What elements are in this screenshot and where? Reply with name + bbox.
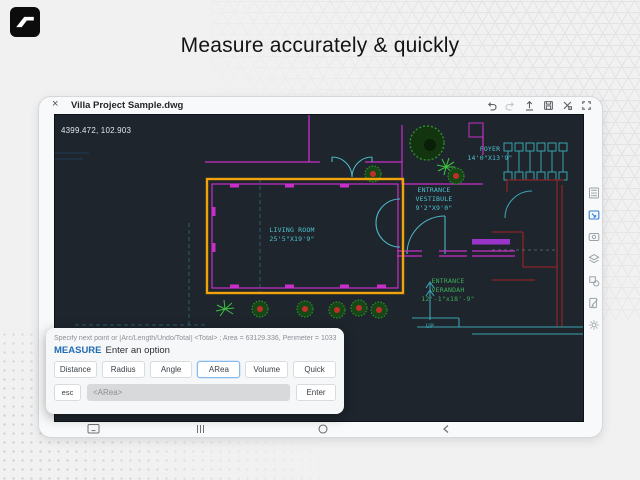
- device-navbar: [39, 422, 602, 435]
- home-icon[interactable]: [317, 422, 329, 440]
- up-label: UP: [426, 322, 434, 330]
- titlebar-toolbar: [486, 100, 592, 111]
- app-window: × Villa Project Sample.dwg: [38, 96, 603, 438]
- esc-button[interactable]: esc: [54, 384, 81, 401]
- calculator-icon[interactable]: [588, 187, 600, 199]
- recents-icon[interactable]: [195, 422, 206, 440]
- living-room-size: 25'5"X19'9": [269, 235, 314, 243]
- view-icon[interactable]: [588, 231, 600, 243]
- fullscreen-icon[interactable]: [581, 100, 592, 111]
- drawing-canvas[interactable]: 4399.472, 102.903: [54, 114, 584, 422]
- volume-button[interactable]: Volume: [245, 361, 288, 378]
- area-button[interactable]: ARea: [197, 361, 240, 378]
- radius-button[interactable]: Radius: [102, 361, 145, 378]
- redo-icon[interactable]: [505, 100, 516, 111]
- distance-button[interactable]: Distance: [54, 361, 97, 378]
- command-line: MEASURE Enter an option: [54, 345, 336, 356]
- vestibule-label-1: ENTRANCE: [418, 186, 451, 194]
- measure-tool-icon[interactable]: [588, 209, 600, 221]
- command-prompt: Specify next point or [Arc/Length/Undo/T…: [54, 335, 336, 342]
- document-title: Villa Project Sample.dwg: [71, 100, 183, 111]
- verandah-label-2: VERANDAH: [432, 286, 465, 294]
- autodesk-logo: [10, 7, 40, 37]
- page-title: Measure accurately & quickly: [0, 34, 640, 58]
- publish-icon[interactable]: [524, 100, 535, 111]
- keyboard-toggle-icon[interactable]: [87, 422, 100, 440]
- quick-button[interactable]: Quick: [293, 361, 336, 378]
- snap-shapes-icon[interactable]: [588, 275, 600, 287]
- layers-icon[interactable]: [588, 253, 600, 265]
- verandah-label-1: ENTRANCE: [432, 277, 465, 285]
- living-room-label: LIVING ROOM: [269, 226, 314, 234]
- save-icon[interactable]: [543, 100, 554, 111]
- window-titlebar: × Villa Project Sample.dwg: [39, 97, 602, 114]
- close-icon[interactable]: ×: [52, 98, 58, 110]
- verandah-size: 12'-1"x18'-9": [421, 295, 474, 303]
- autodesk-logo-icon: [14, 11, 36, 33]
- settings-gear-icon[interactable]: [588, 319, 600, 331]
- tool-rail: [587, 187, 600, 331]
- command-name: MEASURE: [54, 345, 102, 356]
- back-icon[interactable]: [441, 422, 451, 440]
- annotate-icon[interactable]: [588, 297, 600, 309]
- foyer-size: 14'0"X13'9": [467, 154, 512, 162]
- command-input[interactable]: [87, 384, 290, 401]
- command-hint: Enter an option: [106, 345, 170, 356]
- undo-icon[interactable]: [486, 100, 497, 111]
- page: Measure accurately & quickly × Villa Pro…: [0, 0, 640, 480]
- angle-button[interactable]: Angle: [150, 361, 193, 378]
- enter-button[interactable]: Enter: [296, 384, 336, 401]
- vestibule-label-2: VESTIBULE: [415, 195, 452, 203]
- vestibule-size: 9'2"X9'0": [415, 204, 452, 212]
- measure-panel: Specify next point or [Arc/Length/Undo/T…: [46, 328, 344, 414]
- foyer-label: FOYER: [480, 145, 501, 153]
- trim-icon[interactable]: [562, 100, 573, 111]
- measure-options: Distance Radius Angle ARea Volume Quick: [54, 361, 336, 378]
